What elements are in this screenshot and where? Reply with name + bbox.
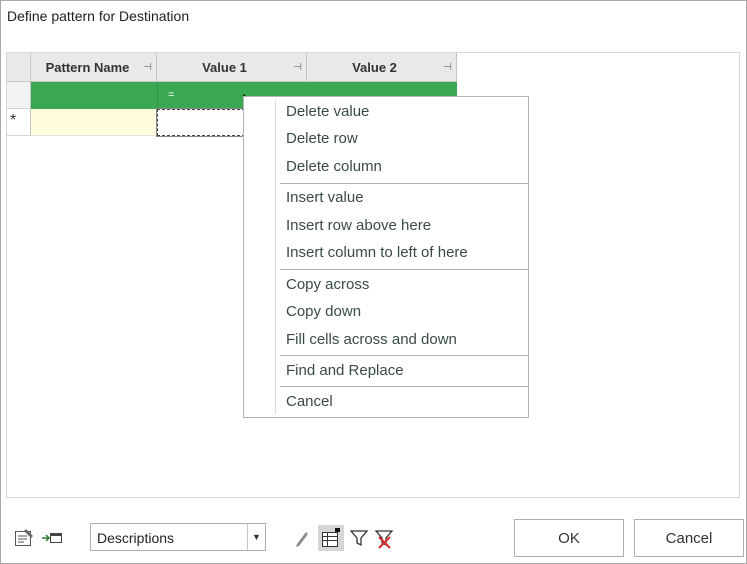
pin-icon[interactable]: ⊣ [293, 62, 302, 73]
clear-filter-icon[interactable] [375, 529, 395, 549]
new-row-icon: * [10, 112, 17, 129]
move-to-window-icon[interactable] [41, 530, 63, 546]
pin-icon[interactable]: ⊣ [143, 62, 152, 73]
column-header-value-1[interactable]: Value 1 ⊣ [157, 53, 307, 82]
menu-separator [280, 355, 528, 356]
menu-separator [280, 269, 528, 270]
menu-item-delete-column[interactable]: Delete column [286, 158, 382, 175]
view-select-value: Descriptions [97, 530, 175, 546]
menu-item-insert-row-above[interactable]: Insert row above here [286, 217, 431, 234]
menu-item-find-replace[interactable]: Find and Replace [286, 362, 404, 379]
menu-separator [280, 386, 528, 387]
column-header-label: Value 1 [202, 59, 247, 75]
menu-item-delete-row[interactable]: Delete row [286, 130, 358, 147]
filter-cell-pattern-name[interactable] [31, 82, 157, 109]
filter-operator: = [168, 89, 175, 101]
new-row-value-1-cell[interactable] [156, 108, 246, 137]
ok-button[interactable]: OK [514, 519, 624, 557]
menu-item-insert-column-left[interactable]: Insert column to left of here [286, 244, 468, 261]
menu-item-delete-value[interactable]: Delete value [286, 103, 369, 120]
menu-item-insert-value[interactable]: Insert value [286, 189, 364, 206]
cancel-button[interactable]: Cancel [634, 519, 744, 557]
view-select[interactable]: Descriptions ▼ [90, 523, 266, 551]
chevron-down-icon[interactable]: ▼ [247, 524, 265, 550]
dialog-title: Define pattern for Destination [7, 8, 190, 24]
pencil-icon[interactable] [295, 529, 309, 547]
properties-icon[interactable] [14, 528, 36, 548]
context-menu: Delete value Delete row Delete column In… [243, 96, 529, 418]
grid-corner [7, 53, 31, 82]
column-header-value-2[interactable]: Value 2 ⊣ [307, 53, 457, 82]
filter-icon[interactable] [350, 529, 368, 547]
menu-item-copy-down[interactable]: Copy down [286, 303, 361, 320]
new-row-pattern-name-cell[interactable] [31, 109, 157, 136]
pin-icon[interactable]: ⊣ [443, 62, 452, 73]
grid-layout-icon[interactable] [320, 527, 342, 549]
column-header-pattern-name[interactable]: Pattern Name ⊣ [31, 53, 157, 82]
menu-item-fill-cells[interactable]: Fill cells across and down [286, 331, 457, 348]
menu-item-copy-across[interactable]: Copy across [286, 276, 369, 293]
column-header-label: Value 2 [352, 59, 397, 75]
column-header-label: Pattern Name [45, 59, 130, 75]
row-header-filter[interactable] [7, 82, 31, 109]
menu-gutter [275, 100, 276, 414]
row-header-new[interactable]: * [7, 109, 31, 136]
menu-separator [280, 183, 528, 184]
menu-item-cancel[interactable]: Cancel [286, 393, 333, 410]
